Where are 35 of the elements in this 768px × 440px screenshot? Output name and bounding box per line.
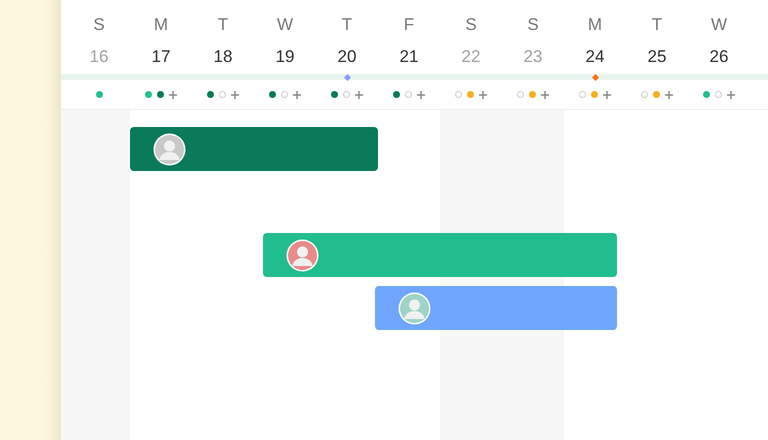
avatar-icon bbox=[153, 132, 186, 166]
schedule-bar[interactable] bbox=[375, 286, 617, 330]
plus-icon[interactable] bbox=[417, 90, 425, 98]
schedule-bar[interactable] bbox=[263, 233, 617, 277]
weekday-label: S bbox=[527, 14, 539, 36]
weekday-label: F bbox=[404, 14, 414, 36]
weekday-label: T bbox=[652, 14, 662, 36]
plus-icon[interactable] bbox=[293, 90, 301, 98]
plus-icon[interactable] bbox=[603, 90, 611, 98]
weekday-label: W bbox=[710, 14, 728, 36]
plus-icon[interactable] bbox=[541, 90, 549, 98]
day-number[interactable]: 21 bbox=[400, 46, 418, 68]
day-number[interactable]: 26 bbox=[710, 46, 728, 68]
weekday-label: M bbox=[588, 14, 602, 36]
plus-icon[interactable] bbox=[727, 90, 735, 98]
day-number[interactable]: 20 bbox=[338, 46, 356, 68]
plus-icon[interactable] bbox=[479, 90, 487, 98]
schedule-bar[interactable] bbox=[130, 127, 378, 171]
weekday-label: W bbox=[276, 14, 294, 36]
day-number[interactable]: 25 bbox=[648, 46, 666, 68]
weekday-label: T bbox=[342, 14, 352, 36]
plus-icon[interactable] bbox=[355, 90, 363, 98]
plus-icon[interactable] bbox=[665, 90, 673, 98]
day-number[interactable]: 19 bbox=[276, 46, 294, 68]
plus-icon[interactable] bbox=[231, 90, 239, 98]
day-number[interactable]: 17 bbox=[152, 46, 170, 68]
weekday-label: S bbox=[93, 14, 105, 36]
plus-icon[interactable] bbox=[169, 90, 177, 98]
day-number[interactable]: 24 bbox=[586, 46, 604, 68]
weekday-label: S bbox=[465, 14, 477, 36]
avatar-icon bbox=[286, 238, 319, 272]
avatar-icon bbox=[398, 292, 431, 324]
day-number[interactable]: 18 bbox=[214, 46, 232, 68]
weekday-label: T bbox=[218, 14, 228, 36]
weekday-label: M bbox=[154, 14, 168, 36]
